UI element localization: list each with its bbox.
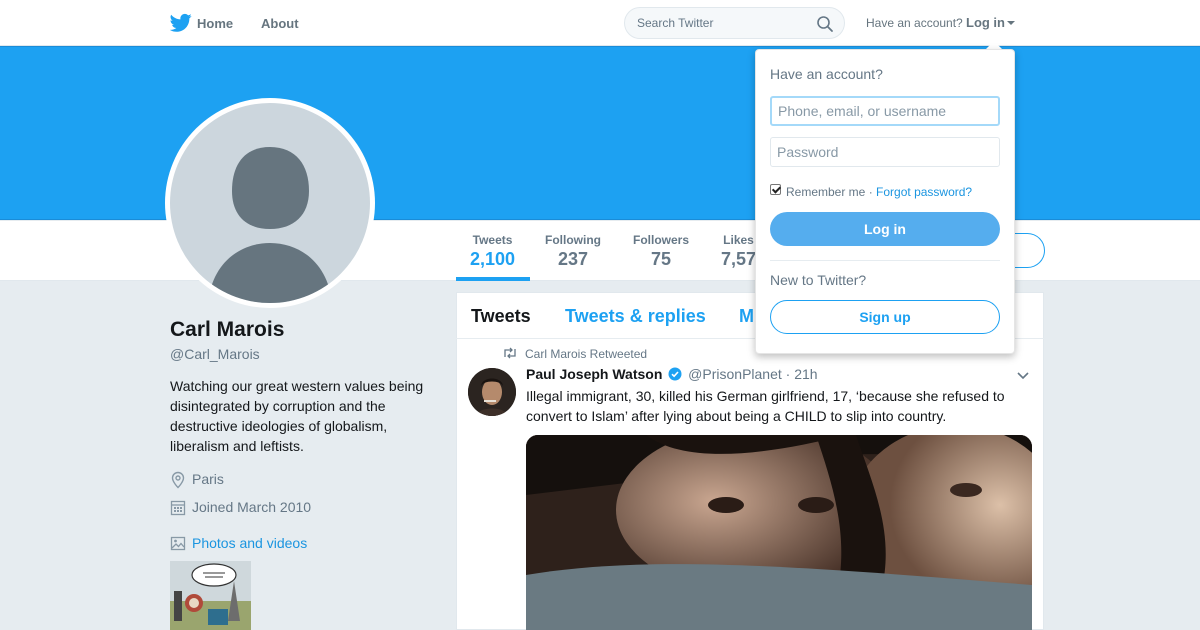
- twitter-bird-icon[interactable]: [170, 13, 192, 33]
- active-tab-indicator: [456, 277, 530, 281]
- login-dropdown-toggle[interactable]: Log in: [966, 15, 1005, 30]
- location-text: Paris: [192, 471, 224, 487]
- have-account-text: Have an account?: [866, 16, 963, 30]
- search-icon[interactable]: [816, 15, 834, 33]
- stat-value: 7,57: [721, 249, 757, 269]
- forgot-password-link[interactable]: Forgot password?: [876, 185, 972, 199]
- username-field[interactable]: [770, 96, 1000, 126]
- tweet-media-image[interactable]: [526, 435, 1032, 630]
- chevron-down-icon[interactable]: [1017, 372, 1029, 380]
- calendar-icon: [170, 500, 186, 516]
- search-box[interactable]: Search Twitter: [624, 7, 845, 39]
- new-to-twitter-text: New to Twitter?: [770, 272, 867, 288]
- login-button[interactable]: Log in: [770, 212, 1000, 246]
- stat-following[interactable]: Following 237: [545, 233, 601, 270]
- remember-me-checkbox[interactable]: [770, 184, 781, 195]
- retweet-icon: [504, 347, 516, 359]
- tab-tweets[interactable]: Tweets: [471, 306, 531, 327]
- search-input[interactable]: Search Twitter: [637, 16, 713, 30]
- stat-tweets[interactable]: Tweets 2,100: [470, 233, 515, 270]
- profile-handle[interactable]: @Carl_Marois: [170, 346, 260, 362]
- profile-avatar[interactable]: [165, 98, 375, 308]
- tweet-author-handle[interactable]: @PrisonPlanet: [688, 366, 782, 382]
- media-thumbnail[interactable]: [170, 561, 251, 630]
- signup-button[interactable]: Sign up: [770, 300, 1000, 334]
- stat-label: Following: [545, 233, 601, 247]
- divider: [770, 260, 1000, 261]
- nav-home-link[interactable]: Home: [197, 16, 233, 31]
- tweet-separator: ·: [785, 366, 791, 382]
- tweet-author-avatar[interactable]: [468, 368, 516, 416]
- stat-label: Tweets: [472, 233, 513, 247]
- photo-icon: [170, 536, 186, 551]
- nav-about-link[interactable]: About: [261, 16, 299, 31]
- chevron-down-icon[interactable]: [1007, 21, 1015, 25]
- stat-value: 2,100: [470, 249, 516, 269]
- tweet-author-name[interactable]: Paul Joseph Watson: [526, 366, 662, 382]
- separator-dot: ·: [868, 185, 873, 199]
- tweet-text: Illegal immigrant, 30, killed his German…: [526, 388, 1005, 424]
- login-dropdown-title: Have an account?: [770, 66, 883, 82]
- verified-icon: [668, 367, 682, 381]
- retweet-context-text[interactable]: Carl Marois Retweeted: [525, 347, 647, 361]
- stat-likes[interactable]: Likes 7,57: [721, 233, 756, 270]
- stat-value: 237: [557, 249, 589, 269]
- stat-label: Likes: [723, 233, 754, 247]
- stat-label: Followers: [633, 233, 690, 247]
- tweet-timestamp[interactable]: 21h: [794, 366, 817, 382]
- joined-text: Joined March 2010: [192, 499, 312, 515]
- stat-value: 75: [650, 249, 672, 269]
- profile-bio: Watching our great western values being …: [170, 378, 424, 454]
- tweet-header: Paul Joseph Watson @PrisonPlanet · 21h: [526, 366, 818, 382]
- top-nav: Home About Search Twitter Have an accoun…: [0, 0, 1200, 46]
- password-field[interactable]: [770, 137, 1000, 167]
- location-icon: [171, 471, 185, 489]
- photos-link-text[interactable]: Photos and videos: [192, 535, 307, 551]
- tab-media[interactable]: M: [739, 306, 754, 327]
- default-avatar-icon: [170, 103, 370, 303]
- tab-tweets-replies[interactable]: Tweets & replies: [565, 306, 706, 327]
- remember-me-label[interactable]: Remember me: [786, 185, 865, 199]
- stat-followers[interactable]: Followers 75: [633, 233, 689, 270]
- profile-name[interactable]: Carl Marois: [170, 318, 284, 342]
